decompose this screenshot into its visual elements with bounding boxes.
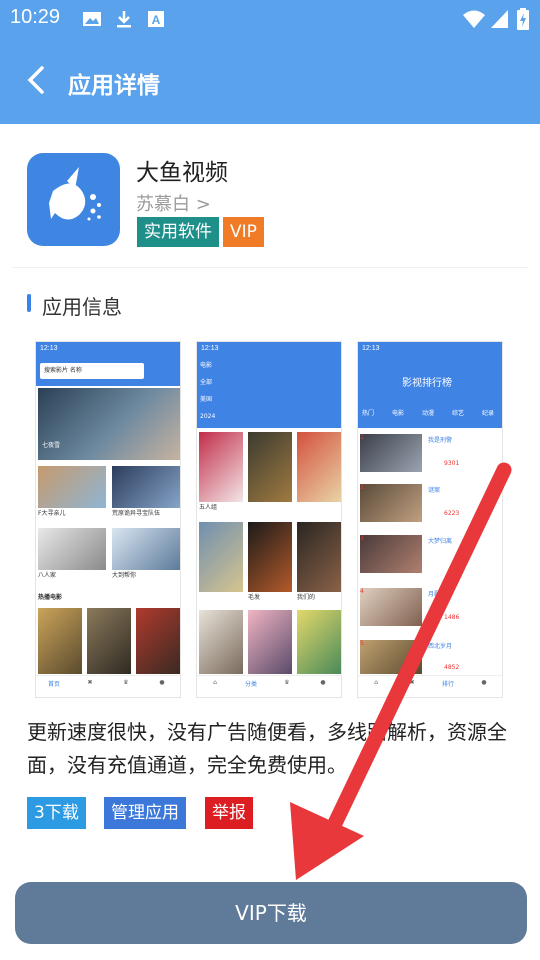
fish-logo-icon <box>49 167 101 221</box>
mini-bottom-nav: ⌂ 分类 ♛ ● <box>197 675 341 697</box>
mini-rank-no: 3 <box>360 535 364 542</box>
mini-rank-item-title: 月歌行 <box>428 591 447 598</box>
mini-rank-score: 1486 <box>444 614 460 621</box>
mini-item-title: 大到帮你 <box>112 572 137 579</box>
back-button[interactable] <box>18 60 54 100</box>
mini-rank-title: 影视排行榜 <box>402 378 452 389</box>
app-icon <box>27 153 120 246</box>
mini-filter-row: 全部 <box>200 379 213 386</box>
mini-rank-score: 4852 <box>444 664 460 671</box>
mini-rank-no: 2 <box>360 484 364 491</box>
mini-rank-no: 5 <box>360 640 364 647</box>
mini-status-bar: 12:13 <box>36 342 180 358</box>
wifi-icon <box>463 10 485 28</box>
mini-filter-row: 2024 <box>200 413 216 420</box>
font-a-icon: A <box>148 11 164 27</box>
mini-rank-tab: 动漫 <box>422 410 435 417</box>
screenshot-thumbnail[interactable]: 12:13 电影 全部 美国 2024 五人组 毛发 我们的 ⌂ 分类 ♛ ● <box>196 341 342 698</box>
mini-rank-tab: 综艺 <box>452 410 465 417</box>
mini-rank-tab: 电影 <box>392 410 405 417</box>
mini-rank-no: 1 <box>360 434 364 441</box>
app-bar: 应用详情 <box>0 40 540 124</box>
signal-icon <box>491 10 508 28</box>
page-title: 应用详情 <box>68 73 160 99</box>
mini-filter-panel <box>197 358 341 428</box>
mini-rank-score: 6223 <box>444 510 460 517</box>
manage-app-button[interactable]: 管理应用 <box>104 797 186 829</box>
divider <box>12 267 528 268</box>
mini-status-bar: 12:13 <box>358 342 502 358</box>
app-name: 大鱼视频 <box>136 160 228 186</box>
mini-rank-item-title: 西北岁月 <box>428 643 453 650</box>
download-count-badge[interactable]: 3下载 <box>27 797 86 829</box>
mini-bottom-nav: ⌂ ✖ 排行 ● <box>358 675 502 697</box>
mini-status-bar: 12:13 <box>197 342 341 358</box>
vip-tag: VIP <box>223 217 264 247</box>
mini-hero-caption: 七夜雪 <box>42 442 61 449</box>
report-button[interactable]: 举报 <box>205 797 253 829</box>
mini-filter-row: 电影 <box>200 362 213 369</box>
image-icon <box>83 12 101 26</box>
category-tag[interactable]: 实用软件 <box>137 217 219 247</box>
mini-rank-item-title: 我是刑警 <box>428 437 453 444</box>
svg-text:A: A <box>152 13 161 27</box>
mini-rank-tab: 热门 <box>362 410 375 417</box>
mini-bottom-nav: 首页 ✖ ♛ ● <box>36 675 180 697</box>
mini-rank-no: 4 <box>360 588 364 595</box>
mini-item-title: 五人组 <box>199 504 218 511</box>
chevron-left-icon <box>27 66 44 94</box>
mini-filter-row: 美国 <box>200 396 213 403</box>
mini-rank-tab: 纪录 <box>482 410 495 417</box>
download-icon <box>117 11 131 28</box>
section-accent-bar <box>27 294 31 312</box>
developer-link[interactable]: 苏慕白 > <box>136 190 211 216</box>
mini-search-text: 搜索影片 名称 <box>44 367 82 374</box>
screenshot-thumbnail[interactable]: 12:13 搜索影片 名称 七夜雪 F大寻亲儿 荒原诡异寻宝队伍 八人家 大到帮… <box>35 341 181 698</box>
mini-nav-rank: 排行 <box>441 681 454 688</box>
mini-nav-category: 分类 <box>244 681 257 688</box>
mini-item-title: F大寻亲儿 <box>38 510 66 517</box>
mini-section-label: 热播电影 <box>38 594 63 601</box>
screenshot-thumbnail[interactable]: 12:13 影视排行榜 热门 电影 动漫 综艺 纪录 1 我是刑警 9301 2… <box>357 341 503 698</box>
mini-item-title: 荒原诡异寻宝队伍 <box>112 510 161 517</box>
battery-icon <box>517 8 529 30</box>
mini-rank-item-title: 大梦归离 <box>428 538 453 545</box>
mini-rank-item-title: 谜案 <box>428 487 441 494</box>
app-description: 更新速度很快，没有广告随便看，多线路解析，资源全面，没有充值通道，完全免费使用。 <box>27 720 507 777</box>
mini-item-title: 八人家 <box>38 572 57 579</box>
mini-item-title: 我们的 <box>297 594 316 601</box>
section-title: 应用信息 <box>42 295 122 319</box>
mini-item-title: 毛发 <box>248 594 261 601</box>
status-time: 10:29 <box>10 6 61 28</box>
mini-rank-score: 9301 <box>444 460 460 467</box>
mini-nav-home: 首页 <box>47 681 60 688</box>
vip-download-button[interactable]: VIP下载 <box>15 882 527 944</box>
status-bar: 10:29 A <box>0 0 540 40</box>
